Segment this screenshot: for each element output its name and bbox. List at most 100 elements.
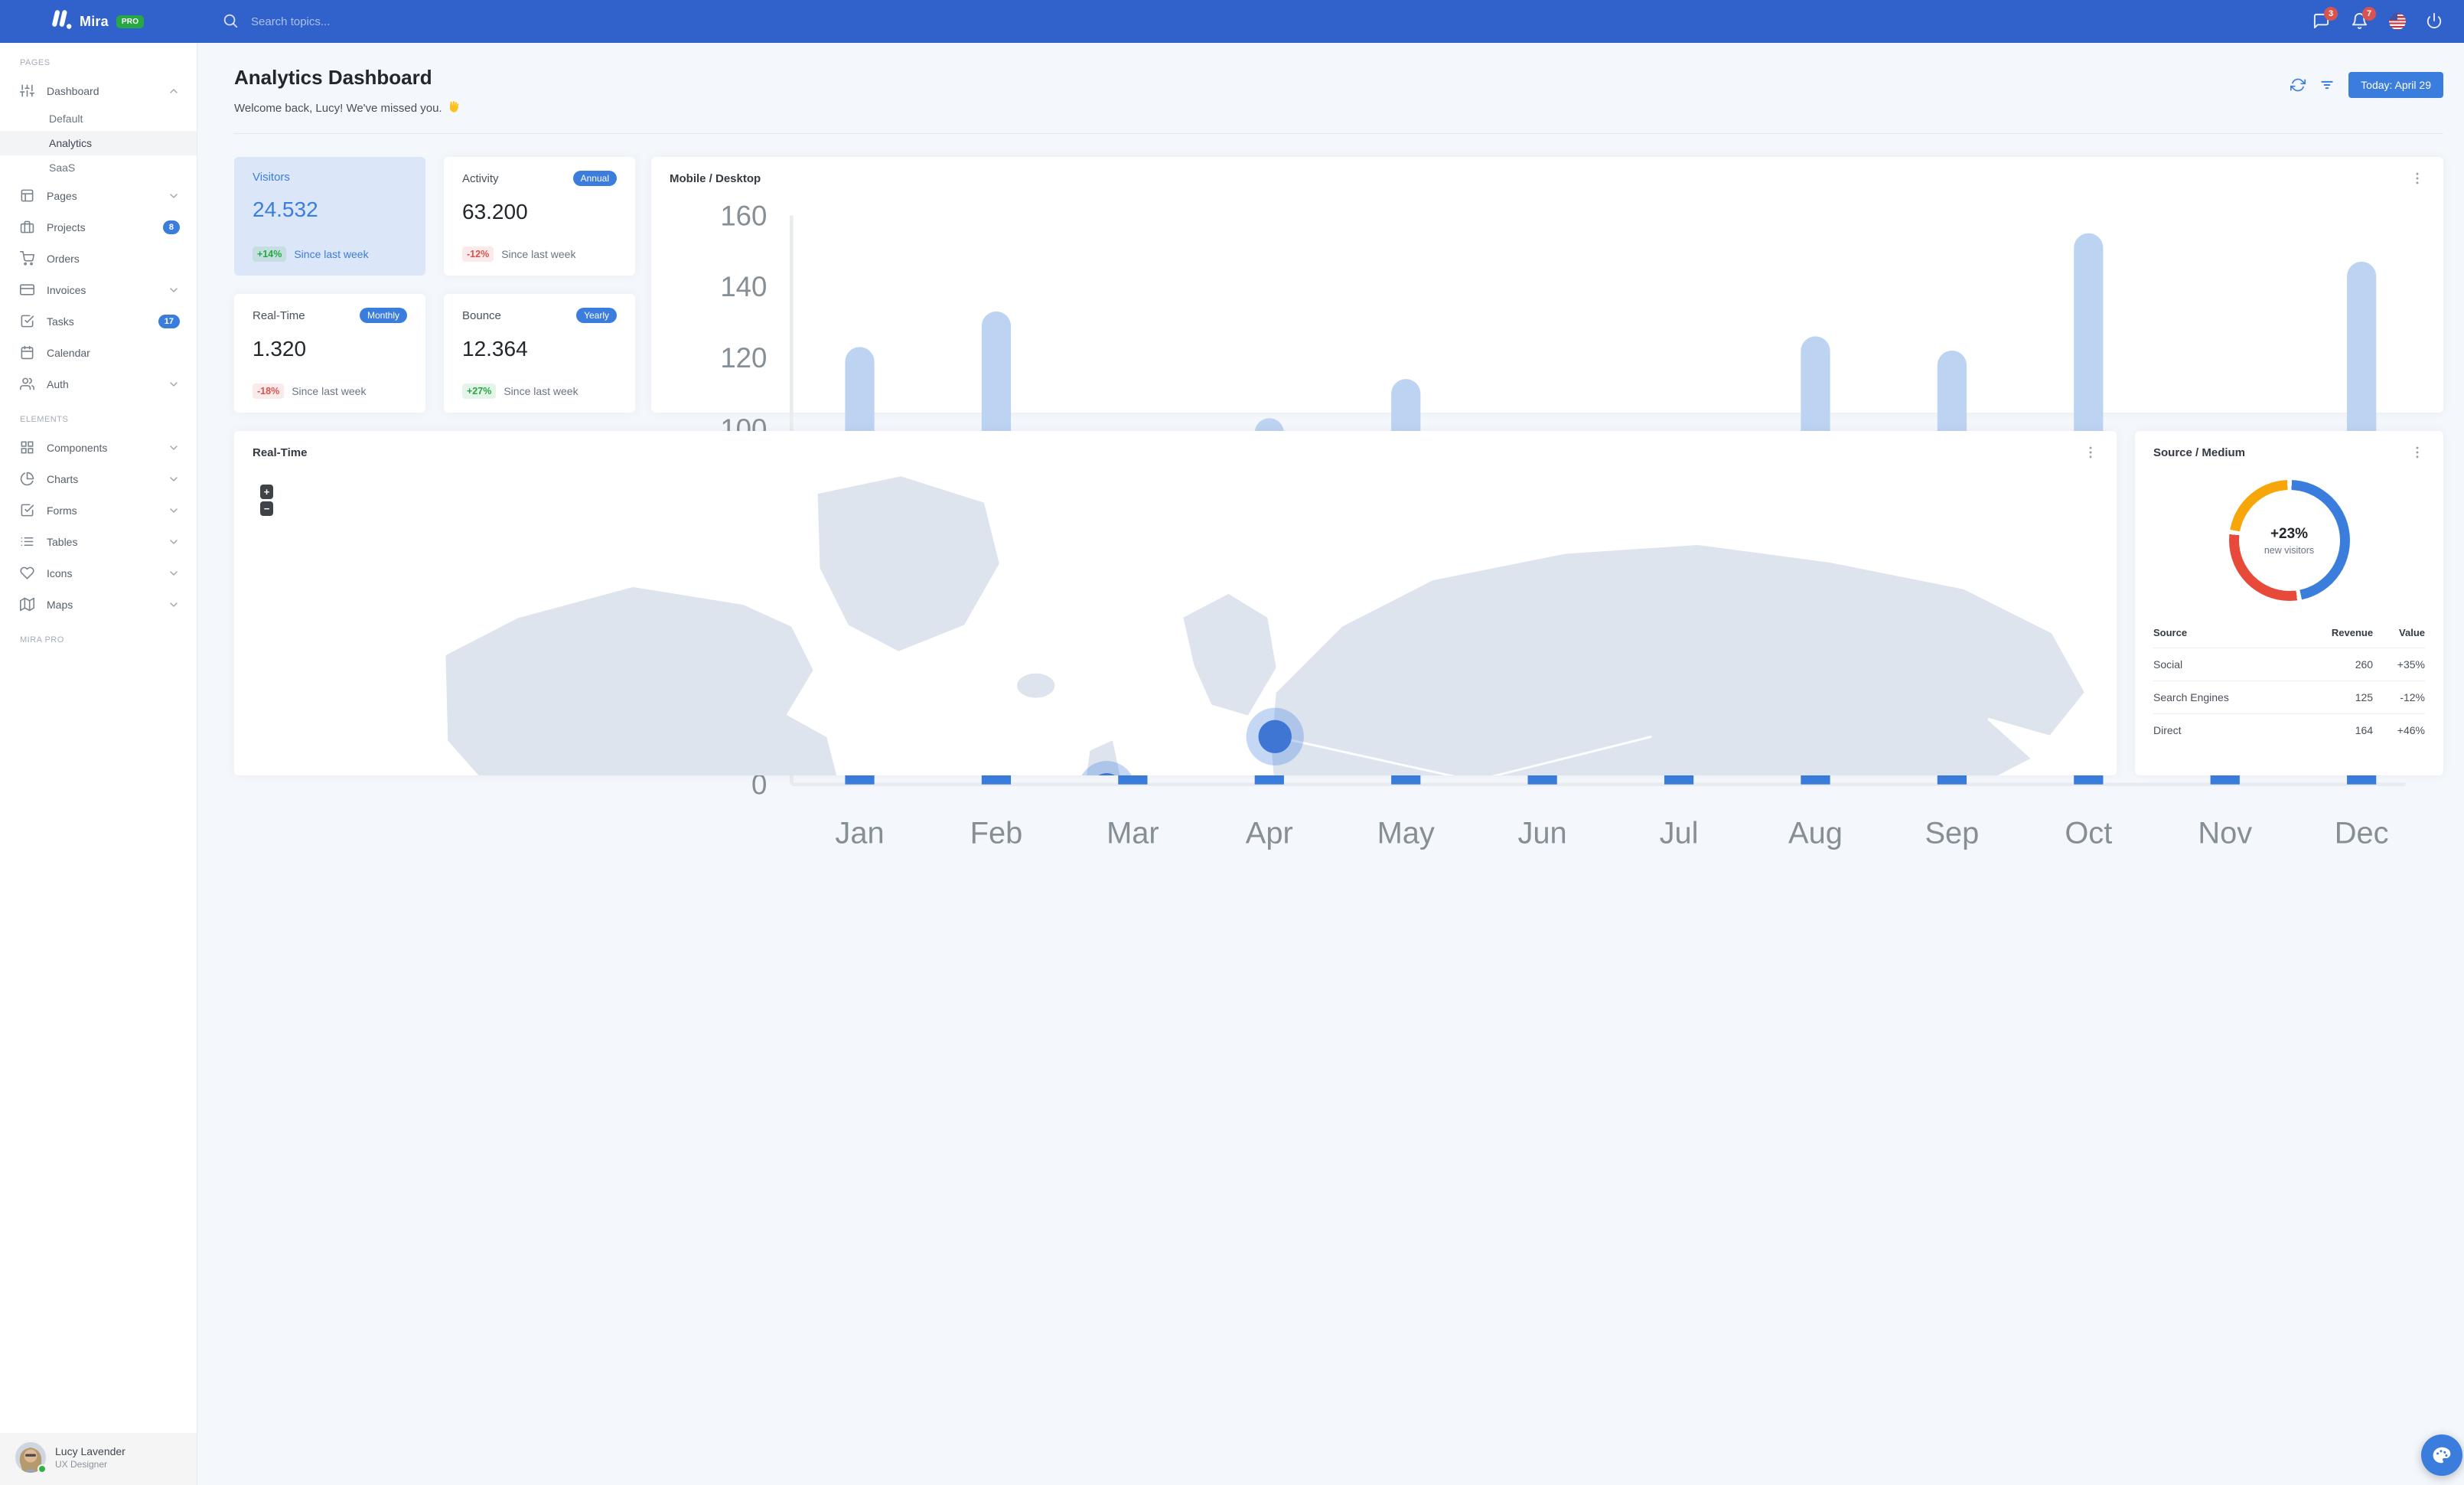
- notifications-bell-icon[interactable]: 7: [2351, 7, 2376, 31]
- chevron-down-icon: [168, 378, 180, 390]
- waving-hand-icon: [447, 100, 460, 116]
- col-source: Source: [2153, 619, 2296, 648]
- heart-icon: [20, 566, 34, 580]
- check-square-icon: [20, 314, 34, 328]
- refresh-icon[interactable]: [2290, 77, 2306, 93]
- search-input[interactable]: [251, 15, 481, 28]
- stat-card-real-time: Real-Time Monthly 1.320 -18% Since last …: [234, 294, 425, 413]
- real-time-map-card: Real-Time + −: [234, 431, 2117, 775]
- svg-text:Jan: Jan: [835, 817, 884, 850]
- chevron-down-icon: [168, 567, 180, 579]
- sidebar: PAGES Dashboard Default Analytics SaaS P…: [0, 43, 197, 1485]
- stat-title: Activity: [462, 171, 499, 185]
- table-row[interactable]: Direct 164 +46%: [2153, 714, 2425, 747]
- page-title: Analytics Dashboard: [234, 66, 432, 89]
- navbar-actions: 3 7: [2312, 7, 2464, 31]
- sidebar-item-tables[interactable]: Tables: [0, 526, 197, 557]
- kebab-menu-icon[interactable]: [2083, 445, 2098, 460]
- main-content: Analytics Dashboard Welcome back, Lucy! …: [197, 43, 2464, 850]
- stat-value: 12.364: [462, 337, 528, 361]
- stat-caption: Since last week: [294, 248, 369, 260]
- map-zoom-in-button[interactable]: +: [260, 485, 273, 499]
- user-name: Lucy Lavender: [55, 1445, 125, 1457]
- donut-center-value: +23%: [2270, 525, 2309, 542]
- world-map[interactable]: + −: [234, 471, 2117, 775]
- sliders-icon: [20, 83, 34, 98]
- sidebar-section-elements: ELEMENTS: [20, 415, 69, 424]
- tasks-count-badge: 17: [158, 314, 180, 328]
- brand[interactable]: Mira PRO: [0, 9, 197, 34]
- chevron-down-icon: [168, 536, 180, 548]
- sidebar-item-calendar[interactable]: Calendar: [0, 337, 197, 368]
- svg-text:Oct: Oct: [2065, 817, 2112, 850]
- language-flag-us-icon[interactable]: [2389, 13, 2406, 30]
- layout-icon: [20, 188, 34, 203]
- online-status-dot: [37, 1464, 47, 1474]
- sidebar-item-dashboard[interactable]: Dashboard: [0, 75, 197, 106]
- sidebar-subitem-analytics[interactable]: Analytics: [0, 131, 197, 155]
- chevron-down-icon: [168, 473, 180, 485]
- col-revenue: Revenue: [2295, 619, 2374, 648]
- sidebar-item-auth[interactable]: Auth: [0, 368, 197, 400]
- period-badge[interactable]: Annual: [572, 171, 617, 186]
- chevron-down-icon: [168, 599, 180, 611]
- stat-caption: Since last week: [501, 248, 576, 260]
- stat-value: 24.532: [253, 197, 318, 221]
- kebab-menu-icon[interactable]: [2410, 171, 2425, 186]
- theme-settings-fab[interactable]: [2421, 1434, 2462, 1476]
- chevron-down-icon: [168, 190, 180, 202]
- map-zoom-out-button[interactable]: −: [260, 501, 273, 516]
- sidebar-item-charts[interactable]: Charts: [0, 463, 197, 494]
- search-bar: [222, 12, 2312, 31]
- svg-text:Aug: Aug: [1788, 817, 1843, 850]
- period-badge[interactable]: Monthly: [359, 308, 407, 323]
- sidebar-item-maps[interactable]: Maps: [0, 589, 197, 620]
- svg-text:Sep: Sep: [1925, 817, 1979, 850]
- sidebar-subitem-default[interactable]: Default: [0, 106, 197, 131]
- table-row[interactable]: Search Engines 125 -12%: [2153, 680, 2425, 714]
- sidebar-item-tasks[interactable]: Tasks 17: [0, 305, 197, 337]
- sidebar-subitem-saas[interactable]: SaaS: [0, 155, 197, 180]
- today-date-button[interactable]: Today: April 29: [2348, 72, 2443, 98]
- kebab-menu-icon[interactable]: [2410, 445, 2425, 460]
- stat-value: 63.200: [462, 200, 528, 224]
- delta-badge: -12%: [462, 246, 494, 262]
- delta-badge: +27%: [462, 383, 497, 399]
- sidebar-item-pages[interactable]: Pages: [0, 180, 197, 211]
- map-marker[interactable]: [1258, 720, 1292, 753]
- chart-title: Mobile / Desktop: [670, 171, 761, 185]
- svg-text:Nov: Nov: [2198, 817, 2252, 850]
- search-icon[interactable]: [222, 12, 240, 31]
- table-row[interactable]: Social 260 +35%: [2153, 648, 2425, 681]
- svg-text:May: May: [1377, 817, 1435, 850]
- calendar-icon: [20, 345, 34, 360]
- messages-icon[interactable]: 3: [2312, 7, 2338, 31]
- source-table: Source Revenue Value Social 260 +35% Sea…: [2153, 619, 2425, 746]
- grid-icon: [20, 440, 34, 455]
- stat-title: Visitors: [253, 171, 290, 184]
- sidebar-user-card[interactable]: Lucy Lavender UX Designer: [0, 1433, 197, 1485]
- sidebar-item-icons[interactable]: Icons: [0, 557, 197, 589]
- svg-text:160: 160: [720, 200, 767, 231]
- mira-logo-icon: [49, 9, 72, 34]
- sidebar-item-projects[interactable]: Projects 8: [0, 211, 197, 243]
- pie-chart-icon: [20, 472, 34, 486]
- svg-text:Jul: Jul: [1660, 817, 1699, 850]
- sidebar-item-components[interactable]: Components: [0, 432, 197, 463]
- stat-caption: Since last week: [504, 385, 579, 397]
- stat-card-bounce: Bounce Yearly 12.364 +27% Since last wee…: [444, 294, 635, 413]
- mobile-desktop-chart-card: Mobile / Desktop 020406080100120140160Ja…: [651, 157, 2443, 850]
- sidebar-item-orders[interactable]: Orders: [0, 243, 197, 274]
- sidebar-item-forms[interactable]: Forms: [0, 494, 197, 526]
- users-icon: [20, 377, 34, 391]
- filter-icon[interactable]: [2319, 77, 2335, 93]
- sidebar-section-mira-pro: MIRA PRO: [20, 635, 64, 645]
- map-card-title: Real-Time: [253, 445, 308, 459]
- list-icon: [20, 534, 34, 549]
- period-badge[interactable]: Yearly: [576, 308, 617, 323]
- source-medium-card: Source / Medium +23% new visitors Source: [2135, 431, 2443, 775]
- sign-out-power-icon[interactable]: [2426, 12, 2444, 31]
- brand-name: Mira: [80, 13, 109, 29]
- header-divider: [234, 133, 2443, 134]
- sidebar-item-invoices[interactable]: Invoices: [0, 274, 197, 305]
